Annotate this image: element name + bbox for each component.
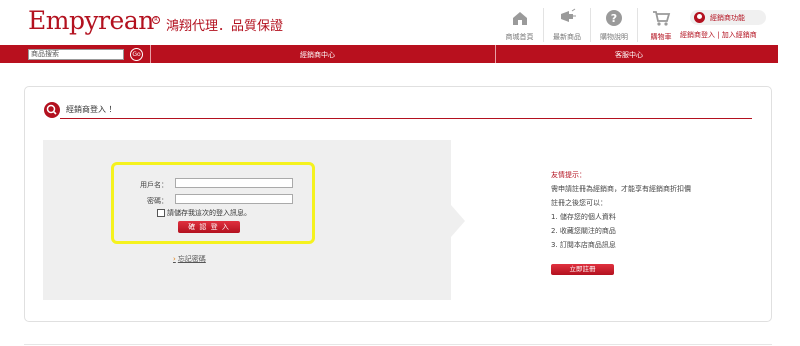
dealer-login-links[interactable]: 經銷商登入 | 加入經銷商 bbox=[680, 30, 757, 40]
cart-icon bbox=[653, 11, 671, 26]
user-icon bbox=[694, 12, 705, 23]
nav-home-label: 商城首頁 bbox=[505, 33, 534, 41]
confirm-login-button[interactable]: 確 認 登 入 bbox=[178, 221, 240, 233]
menu-divider bbox=[495, 45, 496, 63]
menu-dealer-center[interactable]: 經銷商中心 bbox=[300, 50, 335, 60]
tips-line: 2. 收藏您關注的商品 bbox=[551, 227, 616, 235]
register-now-button[interactable]: 立即註冊 bbox=[551, 264, 614, 275]
menu-divider bbox=[150, 45, 151, 63]
pointer-arrow bbox=[451, 205, 465, 237]
username-field[interactable] bbox=[175, 178, 293, 188]
home-icon bbox=[512, 12, 527, 25]
password-field[interactable] bbox=[175, 194, 293, 204]
main-menu-bar: 商品搜索 Go 經銷商中心 客服中心 bbox=[0, 45, 778, 63]
nav-help-label: 購物說明 bbox=[600, 33, 628, 41]
svg-text:?: ? bbox=[611, 12, 617, 25]
dealer-functions-label: 經銷商功能 bbox=[710, 13, 745, 22]
nav-help[interactable]: ? 購物說明 bbox=[590, 8, 637, 42]
site-header: Empyrean R 鴻翔代理．品質保證 商城首頁 最新商品 ? 購物說明 購物… bbox=[0, 0, 800, 44]
remember-checkbox[interactable] bbox=[157, 209, 165, 217]
help-icon: ? bbox=[606, 10, 622, 26]
nav-new-products[interactable]: 最新商品 bbox=[543, 8, 590, 42]
dealer-functions-button[interactable]: 經銷商功能 bbox=[690, 10, 766, 25]
footer-divider bbox=[24, 344, 772, 345]
forgot-password-link[interactable]: › 忘記密碼 bbox=[173, 254, 206, 264]
tips-title: 友情提示： bbox=[551, 171, 586, 179]
section-title: 經銷商登入 ！ bbox=[66, 105, 117, 114]
tips-line: 3. 訂閱本店商品訊息 bbox=[551, 241, 616, 249]
brand-tagline: 鴻翔代理．品質保證 bbox=[166, 19, 284, 34]
new-products-icon bbox=[561, 8, 576, 22]
nav-new-products-label: 最新商品 bbox=[553, 33, 581, 41]
password-label: 密碼： bbox=[147, 197, 168, 205]
tips-line: 1. 儲存您的個人資料 bbox=[551, 213, 616, 221]
search-go-button[interactable]: Go bbox=[130, 48, 143, 61]
remember-login[interactable]: 請儲存我這次的登入訊息。 bbox=[157, 208, 251, 218]
chevron-right-icon: › bbox=[173, 255, 176, 263]
forgot-password-label: 忘記密碼 bbox=[177, 255, 206, 263]
brand-logo[interactable]: Empyrean bbox=[28, 6, 154, 35]
tips-line: 需申請註冊為經銷商，才能享有經銷商折扣價 bbox=[551, 185, 691, 193]
section-rule bbox=[60, 118, 752, 119]
remember-label: 請儲存我這次的登入訊息。 bbox=[167, 209, 251, 217]
username-label: 用戶名： bbox=[140, 181, 168, 189]
search-icon bbox=[44, 102, 60, 118]
tips-line: 註冊之後您可以： bbox=[551, 199, 607, 207]
nav-cart[interactable]: 購物車 bbox=[637, 8, 684, 42]
registered-mark: R bbox=[152, 16, 160, 24]
nav-cart-label: 購物車 bbox=[650, 33, 672, 41]
nav-home[interactable]: 商城首頁 bbox=[496, 8, 543, 42]
top-nav: 商城首頁 最新商品 ? 購物說明 購物車 bbox=[496, 8, 684, 42]
menu-service-center[interactable]: 客服中心 bbox=[615, 50, 643, 60]
search-input[interactable]: 商品搜索 bbox=[28, 49, 124, 60]
